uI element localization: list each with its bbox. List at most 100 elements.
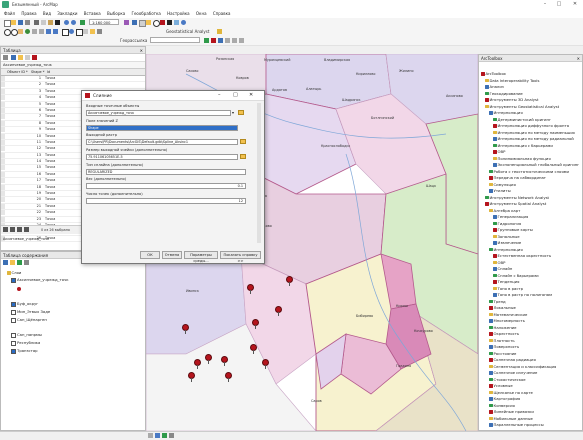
table-layer-tab[interactable]: Аксинчевое_учрежд_точк (1, 62, 145, 69)
browse-folder-icon[interactable] (240, 139, 246, 144)
cancel-button[interactable]: Отмена (162, 251, 182, 259)
model-icon[interactable] (174, 20, 179, 25)
georef-add-icon[interactable] (204, 38, 209, 43)
show-help-button[interactable]: Показать справку >> (220, 251, 261, 263)
menu-view[interactable]: Вид (43, 9, 51, 18)
toolbox-item[interactable]: Работа с геостатистическими слоями (489, 169, 569, 174)
ok-button[interactable]: ОК (140, 251, 160, 259)
minimize-button[interactable]: – (538, 1, 552, 8)
toolbox-item[interactable]: Солнечное излучение (489, 370, 537, 375)
row-selector[interactable] (1, 88, 5, 94)
cell-size-field[interactable]: 75.91106105651E-5 (86, 154, 238, 160)
table-icon[interactable] (132, 20, 137, 25)
row-selector[interactable] (1, 139, 5, 145)
clear-selection-icon[interactable] (25, 55, 30, 60)
toolbox-item[interactable]: Анализ (485, 84, 504, 89)
toolbox-item[interactable]: Data Interoperability Tools (485, 78, 539, 83)
measure-icon[interactable] (83, 29, 88, 34)
last-record-icon[interactable] (24, 227, 29, 232)
toolbox-item[interactable]: Сегментация и классификация (489, 364, 556, 369)
map-pin-marker[interactable] (188, 372, 195, 382)
toolbox-item[interactable]: Инструменты 3D Analyst (485, 97, 539, 102)
toolbox-item[interactable]: Топо в растр (493, 286, 523, 291)
forward-icon[interactable] (53, 29, 58, 34)
time-slider-icon[interactable] (97, 29, 102, 34)
row-selector[interactable] (1, 210, 5, 216)
toolbox-item[interactable]: Инструменты Geostatistical Analyst (485, 104, 559, 109)
toolbox-item[interactable]: Экспоненциальный глобальный кригинг (493, 162, 579, 167)
full-extent-icon[interactable] (25, 29, 30, 34)
toolbox-item[interactable]: Зональные (493, 234, 520, 239)
row-selector[interactable] (1, 197, 5, 203)
list-by-source-icon[interactable] (10, 260, 15, 265)
toolbox-item[interactable]: Интерполяция по методу наименьших (493, 130, 575, 135)
paste-icon[interactable] (48, 20, 53, 25)
row-selector[interactable] (1, 82, 5, 88)
maximize-button[interactable]: □ (552, 1, 566, 8)
layout-view-icon[interactable] (148, 433, 153, 438)
list-by-selection-icon[interactable] (24, 260, 29, 265)
toolbox-item[interactable]: Интерполяция по методу радиальной (493, 136, 574, 141)
toolbox-item[interactable]: Картография (489, 396, 520, 401)
row-selector[interactable] (1, 178, 5, 184)
pause-icon[interactable] (169, 433, 174, 438)
toolbox-item[interactable]: Расстояние (489, 351, 516, 356)
toolbox-item[interactable]: Естественная окрестность (493, 253, 551, 258)
map-pin-marker[interactable] (205, 354, 212, 364)
fixed-zoom-in-icon[interactable] (32, 29, 37, 34)
editor-icon[interactable] (124, 20, 129, 25)
row-selector[interactable] (1, 120, 5, 126)
data-view-icon[interactable] (155, 433, 160, 438)
zoom-out-icon[interactable] (11, 29, 18, 36)
toc-layer-transit[interactable]: Транзстар (11, 348, 38, 354)
help-icon[interactable] (181, 20, 186, 25)
menu-edit[interactable]: Правка (21, 9, 36, 18)
map-pin-marker[interactable] (286, 276, 293, 286)
georef-table-icon[interactable] (218, 38, 223, 43)
prev-record-icon[interactable] (10, 227, 15, 232)
toc-layer-min[interactable]: Мин_Эгвых Заде (11, 309, 50, 315)
python-icon[interactable] (167, 20, 172, 25)
catalog-icon[interactable] (146, 20, 151, 25)
georef-scale-icon[interactable] (239, 38, 244, 43)
menu-file[interactable]: Файл (4, 9, 15, 18)
pan-icon[interactable] (18, 29, 23, 34)
toc-layer-buf[interactable]: Буф_округ (11, 301, 38, 307)
row-selector[interactable] (1, 76, 5, 81)
toolbox-item[interactable]: Тенденция (493, 279, 519, 284)
toolbox-item[interactable]: Параллельные процессы (489, 422, 544, 427)
map-pin-marker[interactable] (247, 284, 254, 294)
toc-layer-republic[interactable]: Республика (11, 340, 40, 346)
z-field-select[interactable]: Shape (86, 125, 238, 131)
toolbox-item[interactable]: Групповые карты (493, 227, 533, 232)
row-selector[interactable] (1, 107, 5, 113)
toc-layer-san1[interactable]: Сан_Щёнаргеп (11, 317, 47, 323)
row-selector[interactable] (1, 203, 5, 209)
scale-input[interactable]: 1:160 000 (89, 19, 119, 25)
map-pin-marker[interactable] (250, 344, 257, 354)
row-selector[interactable] (1, 184, 5, 190)
select-icon[interactable] (62, 29, 69, 36)
georef-shift-icon[interactable] (232, 38, 237, 43)
toc-layers-root[interactable]: Слои (7, 270, 21, 275)
toolbox-item[interactable]: Инструменты Network Analyst (485, 195, 549, 200)
map-pin-marker[interactable] (221, 356, 228, 366)
georef-rotate-icon[interactable] (225, 38, 230, 43)
next-record-icon[interactable] (17, 227, 22, 232)
dropdown-arrow-icon[interactable]: ▾ (232, 110, 234, 115)
col-header-oid[interactable]: Объект ID * (7, 70, 28, 74)
toolbox-icon[interactable] (160, 20, 165, 25)
toolbox-item[interactable]: Солнечная радиация (489, 357, 536, 362)
toolbox-item[interactable]: Симуляция (489, 182, 516, 187)
delete-icon[interactable] (55, 20, 60, 25)
close-icon[interactable]: ✕ (140, 47, 143, 54)
toolbox-item[interactable]: Геокодирование (485, 91, 523, 96)
map-pin-marker[interactable] (225, 372, 232, 382)
search-icon[interactable] (153, 20, 160, 27)
map-pin-marker[interactable] (252, 319, 259, 329)
identify-icon[interactable] (69, 29, 74, 34)
cut-icon[interactable] (34, 20, 39, 25)
georef-layer-select[interactable] (150, 37, 200, 43)
toolbox-item[interactable]: Окрестность (489, 331, 519, 336)
toc-icon[interactable] (139, 20, 146, 27)
